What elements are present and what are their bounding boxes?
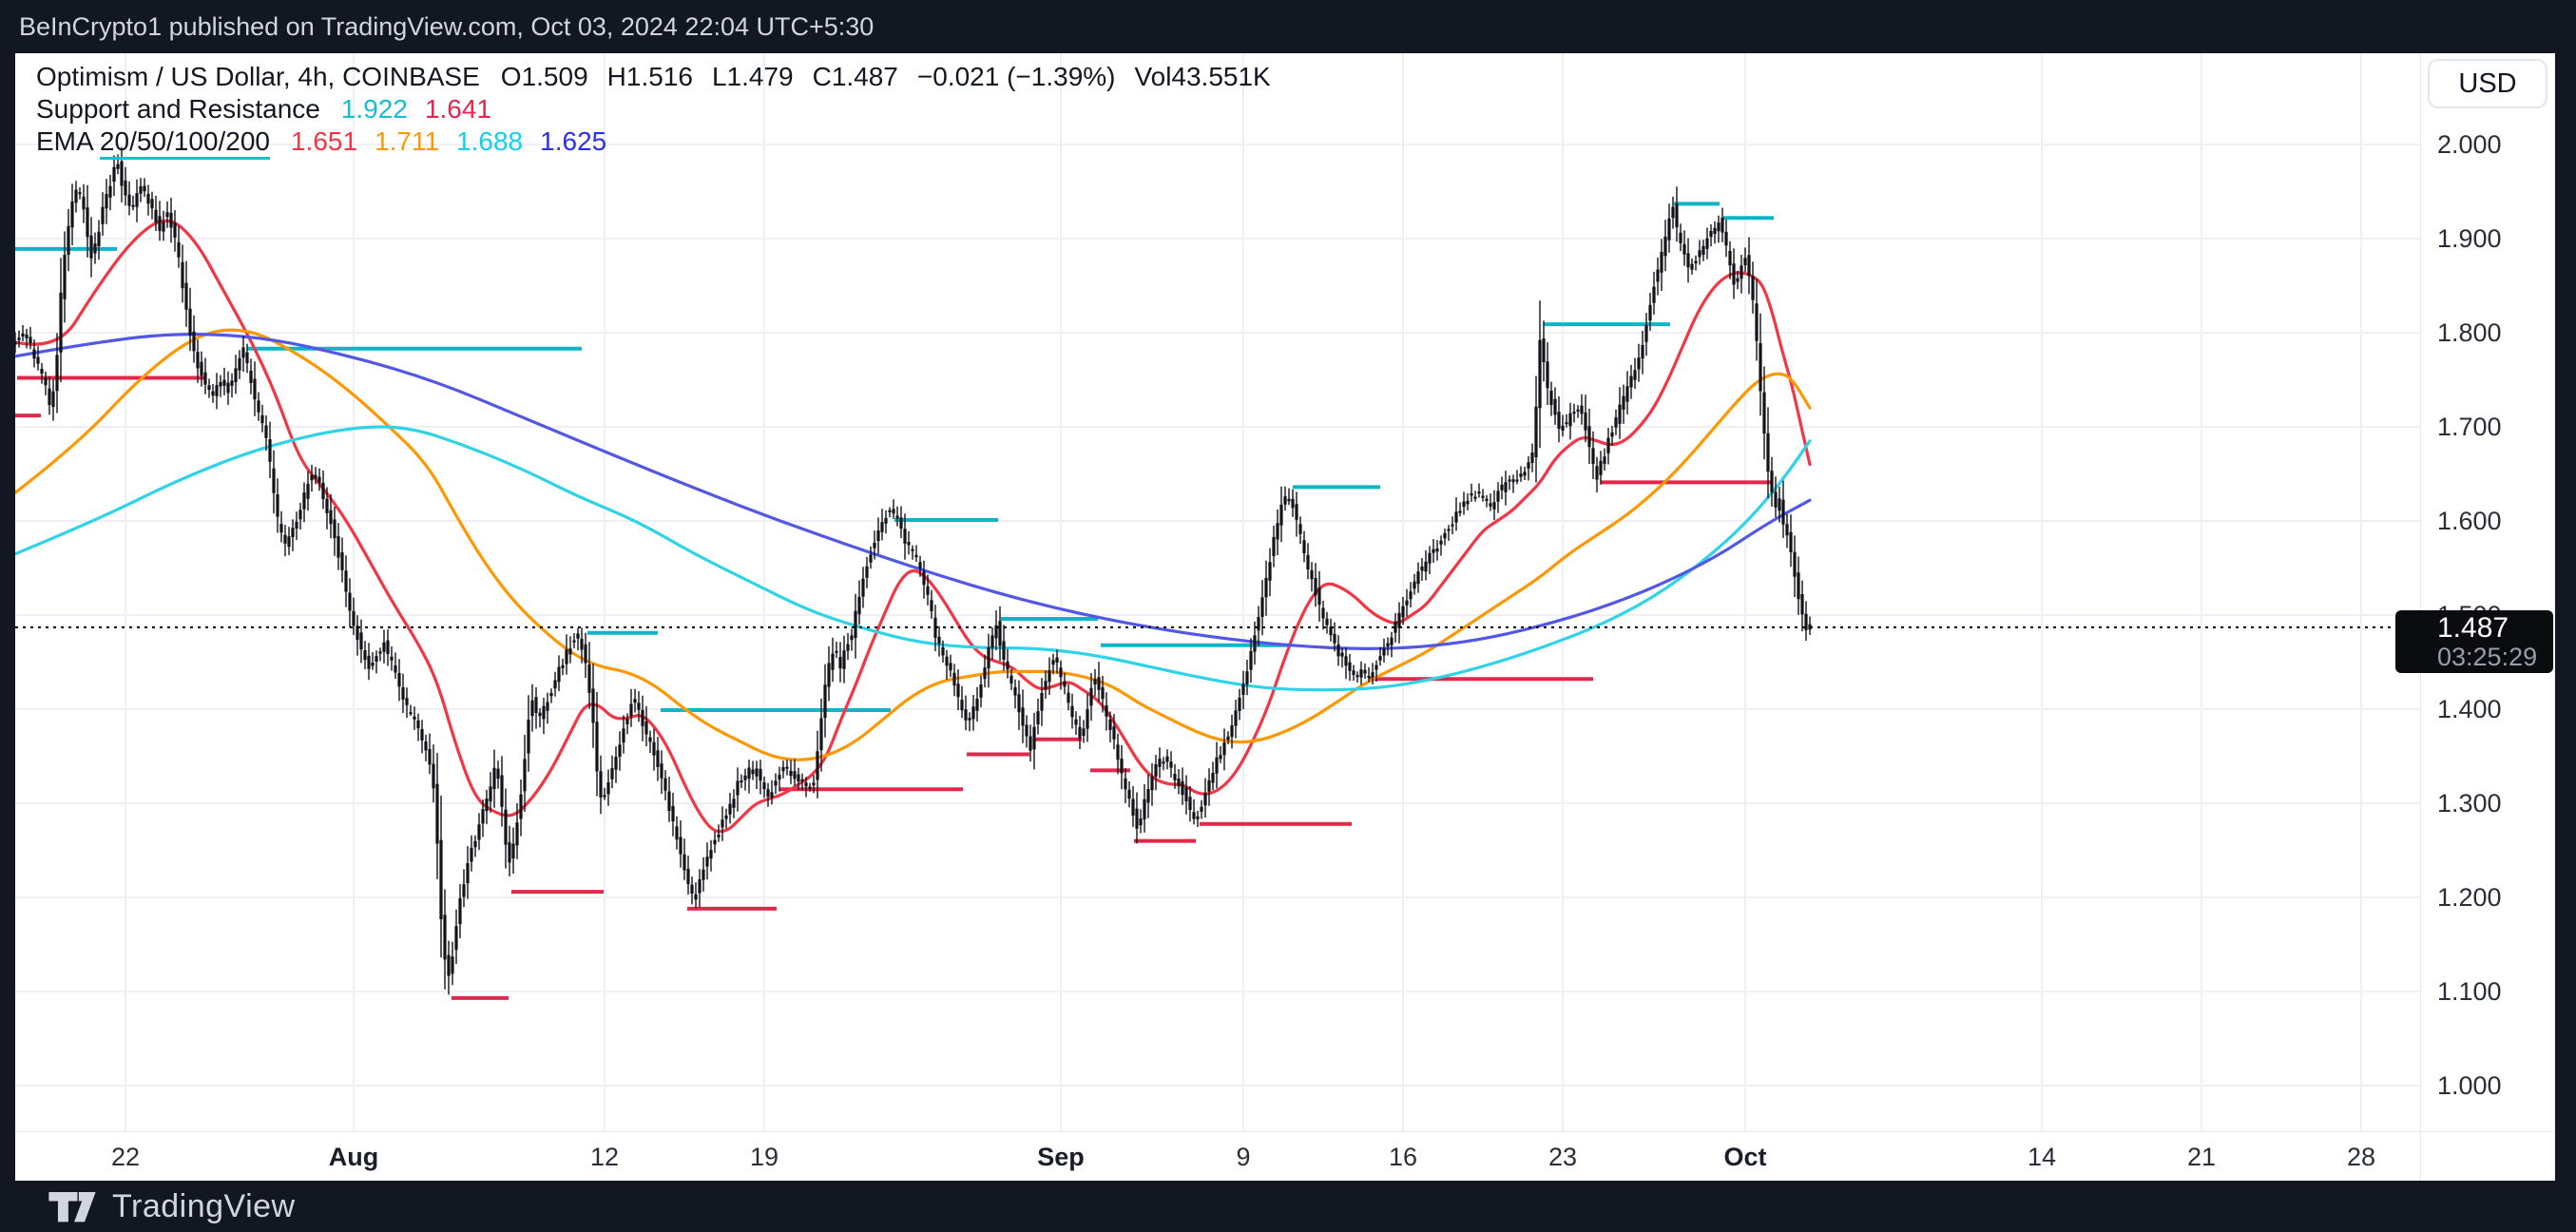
- ema100-value: 1.688: [456, 126, 523, 157]
- time-axis-label: 9: [1177, 1139, 1310, 1175]
- sr-indicator-name: Support and Resistance: [36, 94, 320, 125]
- time-axis-label: 23: [1496, 1139, 1629, 1175]
- price-axis-label: 1.300: [2437, 788, 2551, 818]
- time-axis-label: Sep: [994, 1139, 1127, 1175]
- price-axis-label: 1.200: [2437, 882, 2551, 913]
- candle-countdown: 03:25:29: [2437, 643, 2537, 671]
- time-axis-label: 22: [59, 1139, 192, 1175]
- time-axis-separator: [15, 1131, 2555, 1132]
- legend-sr-row[interactable]: Support and Resistance 1.922 1.641: [36, 93, 1290, 125]
- candle-bodies: [15, 162, 1810, 976]
- price-axis-label: 1.900: [2437, 223, 2551, 254]
- tradingview-snapshot: BeInCrypto1 published on TradingView.com…: [0, 0, 2576, 1232]
- ohlc-change: −0.021 (−1.39%): [917, 62, 1116, 92]
- price-chart-canvas[interactable]: [0, 0, 2576, 1232]
- price-axis-label: 1.600: [2437, 506, 2551, 536]
- time-axis-label: Aug: [287, 1139, 420, 1175]
- ohlc-high: H1.516: [607, 62, 693, 92]
- volume-value: Vol43.551K: [1134, 62, 1270, 92]
- ema20-value: 1.651: [291, 126, 357, 157]
- currency-toggle-button[interactable]: USD: [2428, 59, 2547, 108]
- price-axis-label: 1.800: [2437, 318, 2551, 348]
- tradingview-link[interactable]: TradingView: [48, 1181, 296, 1232]
- support-resistance-lines: [0, 203, 1774, 998]
- price-axis-label: 2.000: [2437, 129, 2551, 160]
- time-axis-label: 12: [538, 1139, 671, 1175]
- price-axis-label: 1.100: [2437, 976, 2551, 1007]
- footer-bar: TradingView: [0, 1181, 2576, 1232]
- time-axis-label: 14: [1975, 1139, 2108, 1175]
- price-axis-label: 1.700: [2437, 412, 2551, 442]
- current-price-value: 1.487: [2437, 612, 2509, 645]
- ema-indicator-name: EMA 20/50/100/200: [36, 126, 270, 157]
- ohlc-close: C1.487: [813, 62, 898, 92]
- series-title: Optimism / US Dollar, 4h, COINBASE: [36, 62, 480, 92]
- time-axis-label: 19: [698, 1139, 831, 1175]
- legend-ema-row[interactable]: EMA 20/50/100/200 1.651 1.711 1.688 1.62…: [36, 125, 1290, 158]
- legend-series-row[interactable]: Optimism / US Dollar, 4h, COINBASE O1.50…: [36, 61, 1290, 93]
- tradingview-wordmark: TradingView: [112, 1188, 296, 1225]
- price-axis-label: 1.400: [2437, 694, 2551, 724]
- current-price-badge: 1.487 03:25:29: [2395, 610, 2553, 673]
- time-axis-label: 28: [2295, 1139, 2428, 1175]
- ema50-value: 1.711: [375, 126, 439, 157]
- price-axis-label: 1.000: [2437, 1070, 2551, 1101]
- attribution-text: BeInCrypto1 published on TradingView.com…: [19, 0, 874, 53]
- chart-legend: Optimism / US Dollar, 4h, COINBASE O1.50…: [36, 61, 1290, 158]
- ema200-value: 1.625: [540, 126, 606, 157]
- time-axis-label: 16: [1336, 1139, 1470, 1175]
- ema-periods: 20/50/100/200: [100, 126, 270, 160]
- attribution-bar: BeInCrypto1 published on TradingView.com…: [0, 0, 2576, 53]
- sr-support-value: 1.641: [425, 94, 491, 125]
- ohlc-open: O1.509: [501, 62, 588, 92]
- ohlc-low: L1.479: [712, 62, 794, 92]
- time-axis-label: Oct: [1679, 1139, 1812, 1175]
- grid-lines: [15, 53, 2420, 1131]
- tradingview-logo-icon: [48, 1187, 97, 1225]
- ema20-line: [15, 221, 1810, 831]
- sr-resistance-value: 1.922: [341, 94, 408, 125]
- time-axis-label: 21: [2135, 1139, 2268, 1175]
